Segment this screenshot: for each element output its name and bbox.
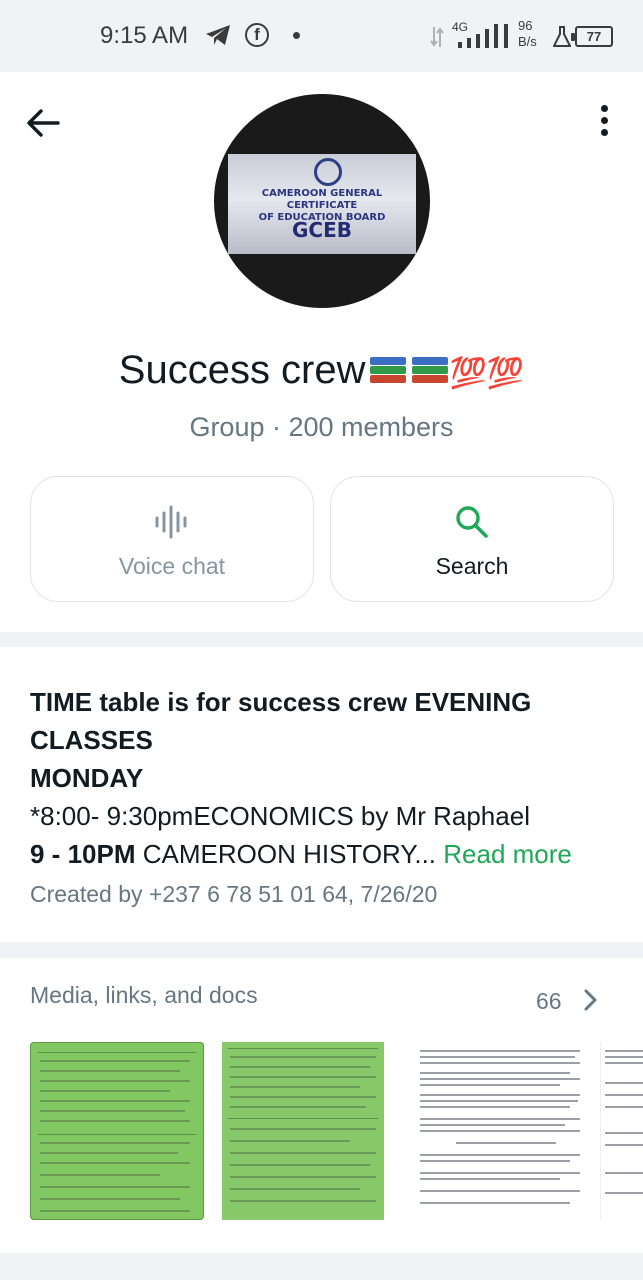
group-avatar[interactable]: CAMEROON GENERAL CERTIFICATE OF EDUCATIO… <box>214 94 430 308</box>
media-thumbnail[interactable] <box>600 1042 643 1220</box>
status-time: 9:15 AM <box>100 22 189 49</box>
group-name-text: Success crew <box>118 348 366 392</box>
battery-icon: 77 <box>571 26 613 47</box>
voice-chat-label: Voice chat <box>118 553 226 579</box>
media-links-docs[interactable]: Media, links, and docs 66 <box>0 958 643 1253</box>
media-title: Media, links, and docs <box>30 982 258 1008</box>
speed-value: 96 <box>518 18 533 33</box>
search-icon <box>456 506 488 538</box>
description-text: TIME table is for success crew EVENING C… <box>30 683 620 873</box>
media-thumbnail[interactable] <box>222 1042 384 1220</box>
avatar-sign-image: CAMEROON GENERAL CERTIFICATE OF EDUCATIO… <box>228 154 416 254</box>
group-description: TIME table is for success crew EVENING C… <box>0 647 643 942</box>
data-transfer-icon <box>430 27 444 47</box>
media-thumbnail[interactable] <box>416 1042 586 1220</box>
search-label: Search <box>435 553 509 579</box>
more-options-icon[interactable] <box>596 102 612 142</box>
voice-waveform-icon <box>155 505 187 539</box>
status-bar: 9:15 AM f 4G 96 B/s 77 <box>0 0 643 72</box>
description-line: 9 - 10PM CAMEROON HISTORY... Read more <box>30 835 620 873</box>
description-line: MONDAY <box>30 763 144 793</box>
voice-chat-button[interactable]: Voice chat <box>30 476 314 602</box>
speed-unit: B/s <box>518 34 537 49</box>
media-thumbnail[interactable] <box>30 1042 204 1220</box>
media-count: 66 <box>536 988 562 1014</box>
back-arrow-icon[interactable] <box>24 106 64 140</box>
flask-icon <box>553 26 571 47</box>
search-button[interactable]: Search <box>330 476 614 602</box>
group-info-header: CAMEROON GENERAL CERTIFICATE OF EDUCATIO… <box>0 72 643 632</box>
network-speed: 96 B/s <box>518 18 537 50</box>
description-line: *8:00- 9:30pmECONOMICS by Mr Raphael <box>30 801 530 831</box>
notification-dot-icon <box>293 32 300 39</box>
group-name: Success crew 💯💯 <box>0 348 643 393</box>
group-subtitle: Group · 200 members <box>189 412 454 442</box>
hundred-emoji: 💯💯 <box>449 356 525 391</box>
created-by: Created by +237 6 78 51 01 64, 7/26/20 <box>30 881 438 907</box>
read-more-link[interactable]: Read more <box>443 839 572 869</box>
facebook-icon: f <box>245 23 269 47</box>
board-logo-icon <box>314 158 342 186</box>
description-subject: CAMEROON HISTORY... <box>135 839 437 869</box>
chevron-right-icon[interactable] <box>583 988 599 1012</box>
description-time: 9 - 10PM <box>30 839 136 869</box>
avatar-sign-line1: CAMEROON GENERAL CERTIFICATE <box>261 188 383 211</box>
telegram-icon <box>206 25 230 45</box>
books-emoji-icon <box>368 355 408 387</box>
avatar-sign-line3: GCEB <box>292 218 352 242</box>
description-line: TIME table is for success crew EVENING C… <box>30 687 532 755</box>
books-emoji-icon <box>410 355 450 387</box>
signal-icon <box>458 24 508 48</box>
